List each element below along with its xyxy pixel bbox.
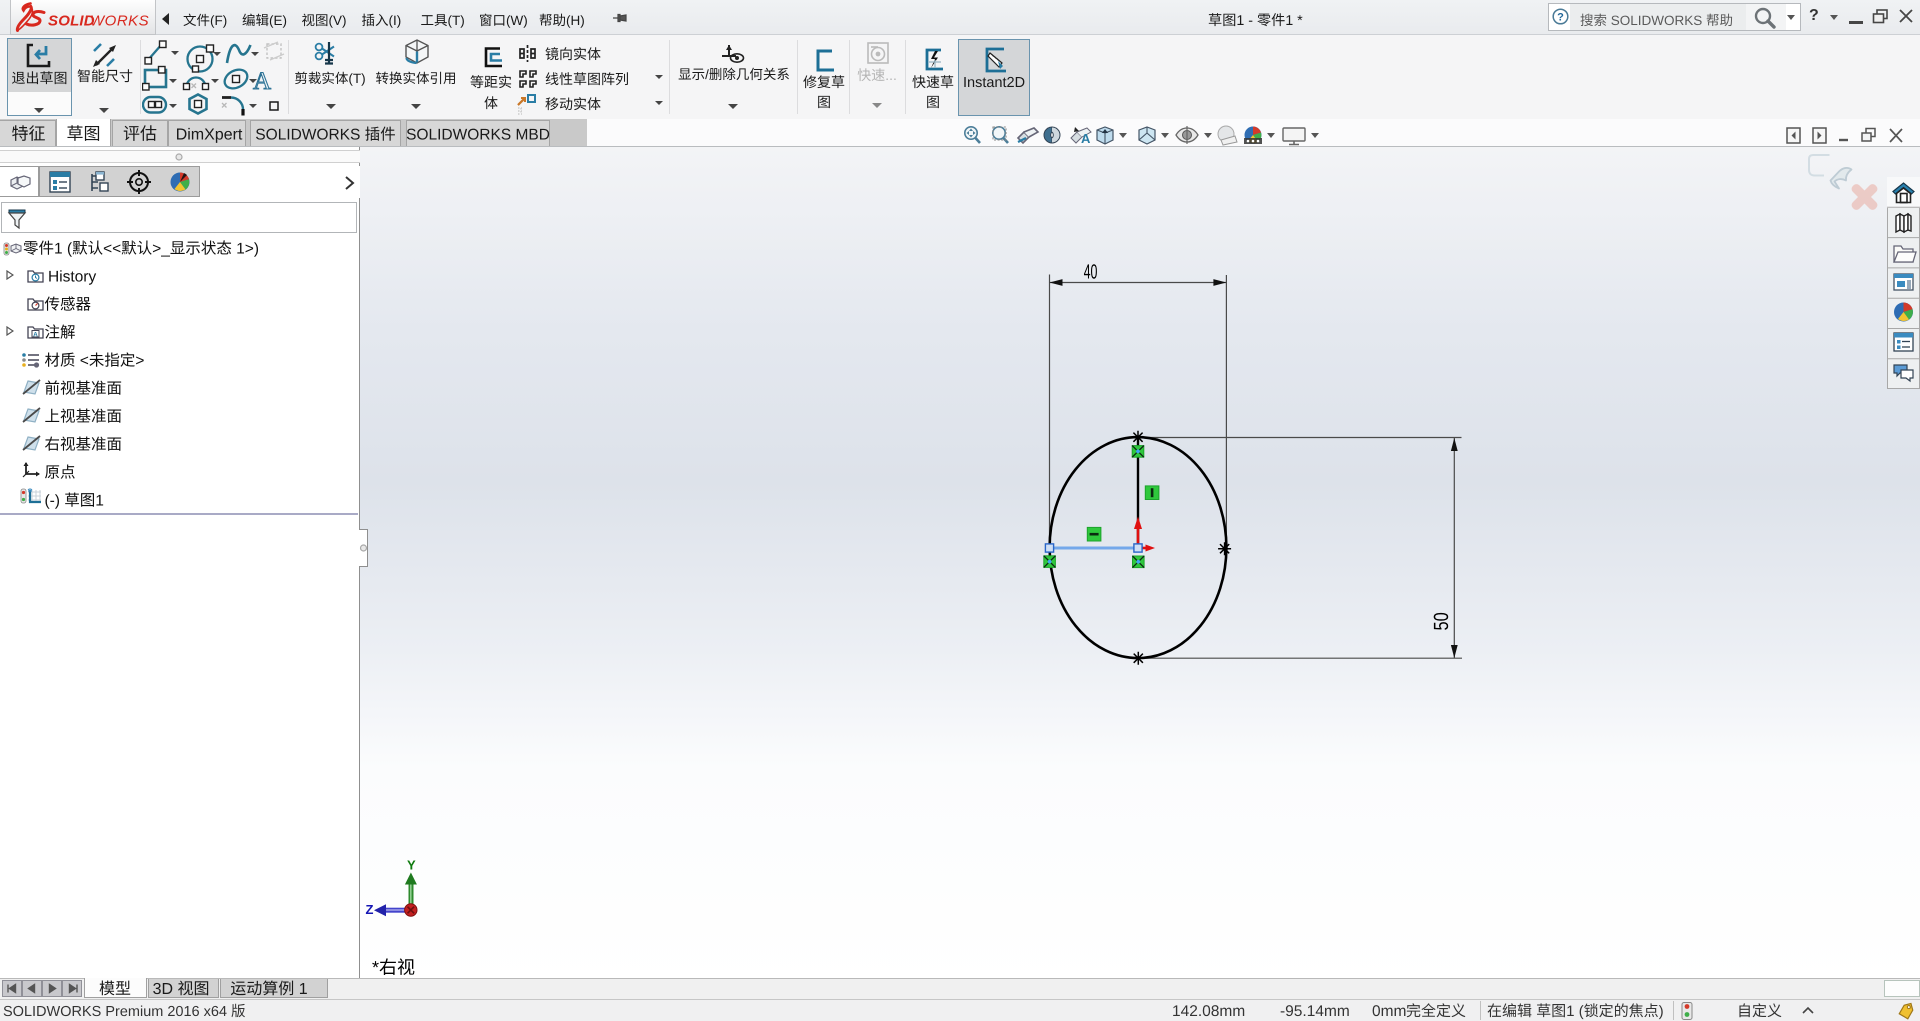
svg-text:WORKS: WORKS [90,13,149,30]
svg-text:SOLID: SOLID [48,13,95,30]
svg-text:A: A [1081,131,1091,146]
svg-text:?: ? [1557,12,1564,24]
svg-text:A: A [33,332,38,339]
